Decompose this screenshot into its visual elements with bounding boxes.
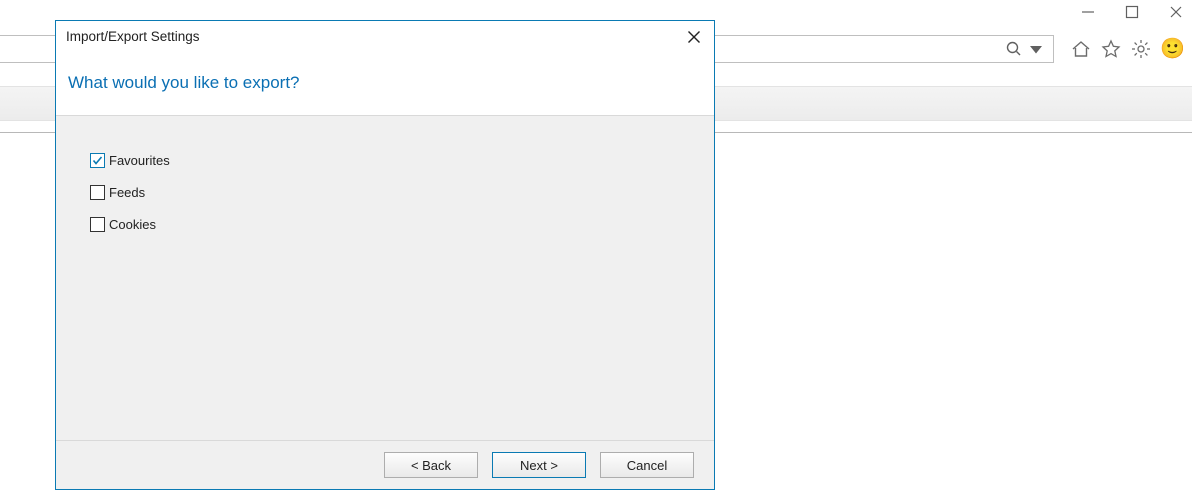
favorites-star-icon[interactable] [1100,38,1122,60]
dialog-footer: < Back Next > Cancel [56,441,714,489]
feedback-smiley-icon[interactable]: 🙂 [1160,38,1182,60]
dialog-header: What would you like to export? [56,53,714,116]
checkbox-cookies[interactable]: Cookies [90,214,702,234]
back-button[interactable]: < Back [384,452,478,478]
check-icon [92,155,103,166]
dialog-close-button[interactable] [684,27,704,47]
window-maximize-button[interactable] [1124,4,1140,20]
dialog-title: Import/Export Settings [66,29,200,44]
next-button[interactable]: Next > [492,452,586,478]
checkbox-box [90,185,105,200]
checkbox-favourites[interactable]: Favourites [90,150,702,170]
checkbox-label: Cookies [109,217,156,232]
checkbox-label: Feeds [109,185,145,200]
checkbox-label: Favourites [109,153,170,168]
checkbox-box [90,153,105,168]
window-close-button[interactable] [1168,4,1184,20]
window-minimize-button[interactable] [1080,4,1096,20]
import-export-dialog: Import/Export Settings What would you li… [55,20,715,490]
search-dropdown-icon[interactable] [1027,40,1045,58]
home-icon[interactable] [1070,38,1092,60]
settings-gear-icon[interactable] [1130,38,1152,60]
cancel-button[interactable]: Cancel [600,452,694,478]
dialog-titlebar: Import/Export Settings [56,21,714,53]
dialog-body: Favourites Feeds Cookies [56,116,714,441]
search-icon[interactable] [1005,40,1023,58]
checkbox-box [90,217,105,232]
checkbox-feeds[interactable]: Feeds [90,182,702,202]
dialog-heading: What would you like to export? [68,73,702,93]
